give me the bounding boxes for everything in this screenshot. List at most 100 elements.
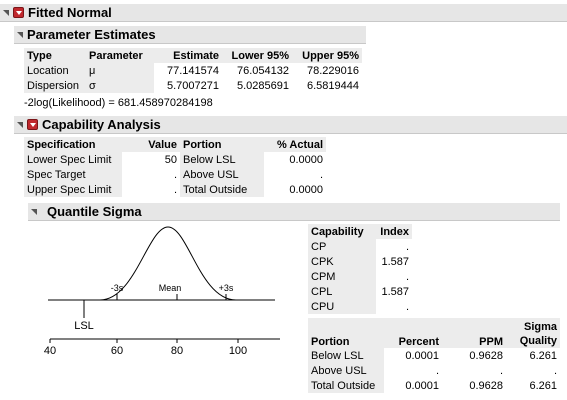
table-cell: Lower Spec Limit xyxy=(24,152,122,167)
quantile-sigma-header[interactable]: Quantile Sigma xyxy=(28,203,560,221)
table-row: Location μ 77.141574 76.054132 78.229016 xyxy=(24,63,362,78)
x-tick-label: 100 xyxy=(229,345,247,357)
table-row: CP . xyxy=(308,239,412,254)
x-tick-label: 60 xyxy=(111,345,123,357)
x-tick-label: 80 xyxy=(171,345,183,357)
table-cell: . xyxy=(435,364,439,377)
col-header[interactable]: Parameter xyxy=(86,48,154,63)
col-header[interactable]: Portion xyxy=(308,318,384,348)
table-cell: CPU xyxy=(308,299,376,314)
sigma-header-line1: Sigma xyxy=(523,321,557,333)
table-cell: CPM xyxy=(308,269,376,284)
col-header[interactable]: Sigma Quality xyxy=(506,318,560,348)
disclosure-triangle-icon[interactable] xyxy=(17,31,23,38)
table-cell: Upper Spec Limit xyxy=(24,182,122,197)
col-header[interactable]: Portion xyxy=(180,137,264,152)
sigma-header-line2: Quality xyxy=(519,335,557,347)
table-cell: CP xyxy=(308,239,376,254)
disclosure-triangle-icon[interactable] xyxy=(31,208,37,215)
table-row: Above USL . . . xyxy=(308,363,560,378)
col-header[interactable]: Value xyxy=(122,137,180,152)
table-cell: 6.261 xyxy=(529,379,557,392)
capability-spec-table: Specification Value Portion % Actual Low… xyxy=(24,137,326,197)
quantile-sigma-title: Quantile Sigma xyxy=(47,204,142,219)
table-cell: Above USL xyxy=(308,363,384,378)
table-row: Lower Spec Limit 50 Below LSL 0.0000 xyxy=(24,152,326,167)
table-row: CPM . xyxy=(308,269,412,284)
table-cell: μ xyxy=(86,63,154,78)
table-row: CPK 1.587 xyxy=(308,254,412,269)
table-cell: Location xyxy=(24,63,86,78)
table-cell: Total Outside xyxy=(180,182,264,197)
table-cell: 78.229016 xyxy=(307,64,359,77)
table-cell: σ xyxy=(86,78,154,93)
disclosure-triangle-icon[interactable] xyxy=(3,9,9,16)
table-row: Upper Spec Limit . Total Outside 0.0000 xyxy=(24,182,326,197)
col-header[interactable]: Upper 95% xyxy=(292,48,362,63)
mean-label: Mean xyxy=(159,283,182,293)
table-cell: CPL xyxy=(308,284,376,299)
table-cell: . xyxy=(405,270,409,283)
table-cell: 50 xyxy=(164,153,177,166)
lsl-label: LSL xyxy=(74,320,94,332)
table-cell: Below LSL xyxy=(308,348,384,363)
table-cell: . xyxy=(405,300,409,313)
table-row: CPL 1.587 xyxy=(308,284,412,299)
table-cell: . xyxy=(499,364,503,377)
portion-table: Portion Percent PPM Sigma Quality Below … xyxy=(308,318,560,393)
fitted-normal-title: Fitted Normal xyxy=(28,5,112,20)
table-cell: . xyxy=(319,168,323,181)
col-header[interactable]: Percent xyxy=(384,318,442,348)
minus3-label: -3s xyxy=(111,283,124,293)
parameter-estimates-table: Type Parameter Estimate Lower 95% Upper … xyxy=(24,48,362,93)
table-header-row: Specification Value Portion % Actual xyxy=(24,137,326,152)
table-cell: 0.9628 xyxy=(469,379,503,392)
capability-analysis-header[interactable]: Capability Analysis xyxy=(14,116,567,134)
col-header[interactable]: Capability xyxy=(308,224,376,239)
plus3-label: +3s xyxy=(219,283,234,293)
red-menu-icon[interactable] xyxy=(13,7,24,18)
table-cell: 6.261 xyxy=(529,349,557,362)
table-row: Dispersion σ 5.7007271 5.0285691 6.58194… xyxy=(24,78,362,93)
quantile-sigma-plot: -3s Mean +3s LSL 40 60 80 100 xyxy=(44,226,280,357)
table-cell: 77.141574 xyxy=(167,64,219,77)
x-tick-label: 40 xyxy=(44,345,56,357)
col-header[interactable]: % Actual xyxy=(264,137,326,152)
col-header[interactable]: Lower 95% xyxy=(222,48,292,63)
col-header[interactable]: PPM xyxy=(442,318,506,348)
table-row: CPU . xyxy=(308,299,412,314)
col-header[interactable]: Estimate xyxy=(154,48,222,63)
table-cell: 0.0001 xyxy=(405,349,439,362)
disclosure-triangle-icon[interactable] xyxy=(17,121,23,128)
col-header[interactable]: Type xyxy=(24,48,86,63)
fitted-normal-header[interactable]: Fitted Normal xyxy=(0,4,567,22)
table-cell: 5.0285691 xyxy=(237,79,289,92)
table-row: Total Outside 0.0001 0.9628 6.261 xyxy=(308,378,560,393)
table-cell: 1.587 xyxy=(381,285,409,298)
table-row: Below LSL 0.0001 0.9628 6.261 xyxy=(308,348,560,363)
table-cell: 0.0001 xyxy=(405,379,439,392)
table-cell: . xyxy=(553,364,557,377)
table-header-row: Capability Index xyxy=(308,224,412,239)
table-cell: 0.0000 xyxy=(289,153,323,166)
table-cell: 0.9628 xyxy=(469,349,503,362)
red-menu-icon[interactable] xyxy=(27,119,38,130)
parameter-estimates-header[interactable]: Parameter Estimates xyxy=(14,26,366,44)
parameter-estimates-title: Parameter Estimates xyxy=(27,27,156,42)
table-row: Spec Target . Above USL . xyxy=(24,167,326,182)
table-cell: Dispersion xyxy=(24,78,86,93)
table-cell: 76.054132 xyxy=(237,64,289,77)
table-cell: Below LSL xyxy=(180,152,264,167)
table-cell: 0.0000 xyxy=(289,183,323,196)
table-cell: Spec Target xyxy=(24,167,122,182)
table-header-row: Portion Percent PPM Sigma Quality xyxy=(308,318,560,348)
col-header[interactable]: Index xyxy=(376,224,412,239)
table-header-row: Type Parameter Estimate Lower 95% Upper … xyxy=(24,48,362,63)
table-cell: . xyxy=(173,183,177,196)
col-header[interactable]: Specification xyxy=(24,137,122,152)
table-cell: . xyxy=(173,168,177,181)
loglikelihood-text: -2log(Likelihood) = 681.458970284198 xyxy=(24,97,213,109)
table-cell: 6.5819444 xyxy=(307,79,359,92)
table-cell: . xyxy=(405,240,409,253)
table-cell: 1.587 xyxy=(381,255,409,268)
